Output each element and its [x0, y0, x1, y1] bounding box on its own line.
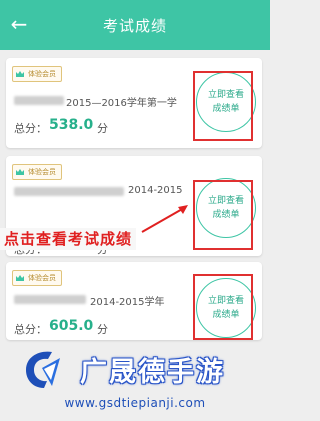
page-title: 考试成绩 — [102, 17, 167, 35]
score-unit: 分 — [97, 323, 108, 336]
member-badge: 体验会员 — [12, 66, 62, 82]
crown-icon — [16, 70, 24, 77]
crown-icon — [16, 168, 24, 175]
logo-icon — [26, 351, 60, 388]
site-watermark: 广晟德手游 www.gsdtiepianji.com — [0, 336, 270, 421]
member-badge: 体验会员 — [12, 164, 62, 180]
red-arrow-icon — [141, 205, 188, 233]
exam-name: 2014-2015学年 — [90, 297, 165, 308]
watermark-url: www.gsdtiepianji.com — [64, 396, 206, 410]
app-header: ← 考试成绩 — [0, 0, 270, 50]
watermark-name: 广晟德手游 — [80, 357, 225, 388]
score-label: 总分： — [14, 122, 47, 135]
highlight-box — [193, 71, 253, 141]
score-unit: 分 — [97, 122, 108, 135]
highlight-box — [193, 274, 253, 340]
total-score: 538.0 — [49, 117, 94, 133]
blurred-school-name — [14, 295, 86, 304]
blurred-school-name — [14, 187, 124, 196]
annotation-label: 点击查看考试成绩 — [0, 228, 137, 250]
exam-name: 2014-2015 — [128, 185, 183, 196]
highlight-box — [193, 180, 253, 250]
total-score: 605.0 — [49, 318, 94, 334]
score-label: 总分： — [14, 323, 47, 336]
exam-name: 2015—2016学年第一学 — [66, 98, 177, 109]
member-badge: 体验会员 — [12, 270, 62, 286]
crown-icon — [16, 274, 24, 281]
blurred-school-name — [14, 96, 64, 105]
